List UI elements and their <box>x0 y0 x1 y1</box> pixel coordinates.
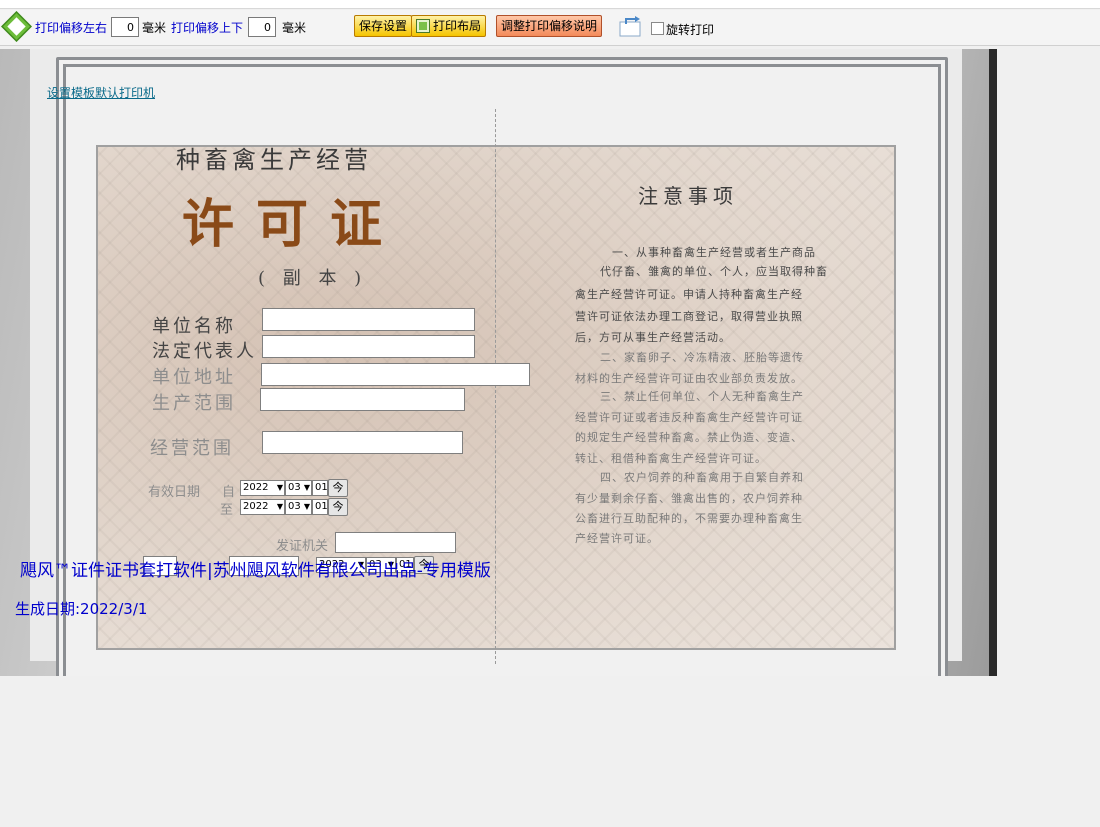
legal-rep-label: 法定代表人 <box>152 341 257 362</box>
notes-line: 经营许可证或者违反种畜禽生产经营许可证 <box>575 411 803 424</box>
move-arrows-icon[interactable] <box>1 11 32 42</box>
legal-rep-input[interactable] <box>262 335 475 358</box>
notes-line: 后，方可从事生产经营活动。 <box>575 331 731 344</box>
top-menu-strip <box>0 0 1100 9</box>
notes-line: 的规定生产经营种畜禽。禁止伪造、变造、 <box>575 431 803 444</box>
rotate-print-label: 旋转打印 <box>666 23 715 37</box>
save-settings-button[interactable]: 保存设置 <box>354 15 413 37</box>
address-label: 单位地址 <box>152 367 236 388</box>
certificate-subtitle: 种畜禽生产经营 <box>176 146 372 174</box>
business-scope-input[interactable] <box>262 431 463 454</box>
notes-line: 有少量剩余仔畜、雏禽出售的，农户饲养种 <box>575 492 803 505</box>
address-input[interactable] <box>261 363 530 386</box>
notes-line: 营许可证依法办理工商登记，取得营业执照 <box>575 310 803 323</box>
photo-dark-edge <box>989 49 997 676</box>
production-scope-input[interactable] <box>260 388 465 411</box>
layout-icon <box>416 19 430 33</box>
offset-help-label: 调整打印偏移说明 <box>501 19 598 33</box>
notes-line: 四、农户饲养的种畜禽用于自繁自养和 <box>600 471 804 484</box>
end-year-value: 2022 <box>243 501 269 512</box>
from-label: 自 <box>222 485 236 500</box>
chevron-down-icon: ▼ <box>303 483 310 492</box>
end-month-value: 03 <box>288 501 301 512</box>
notes-line: 二、家畜卵子、冷冻精液、胚胎等遗传 <box>600 351 804 364</box>
notes-title: 注意事项 <box>638 184 738 208</box>
start-day-value: 01 <box>315 482 328 493</box>
save-settings-label: 保存设置 <box>359 19 408 33</box>
start-year-value: 2022 <box>243 482 269 493</box>
footer-credit-text: 飓风™证件证书套打软件|苏州飓风软件有限公司出品-专用模版 <box>20 561 491 581</box>
start-year-select[interactable]: 2022 ▼ <box>240 480 285 496</box>
offset-lr-unit: 毫米 <box>142 21 167 35</box>
unit-name-input[interactable] <box>262 308 475 331</box>
end-year-select[interactable]: 2022 ▼ <box>240 499 285 515</box>
issuer-label: 发证机关 <box>276 539 329 554</box>
rotate-print-checkbox[interactable] <box>651 22 664 35</box>
production-scope-label: 生产范围 <box>152 393 236 414</box>
business-scope-label: 经营范围 <box>150 438 234 459</box>
start-month-select[interactable]: 03 ▼ <box>285 480 312 496</box>
chevron-down-icon: ▼ <box>303 502 310 511</box>
notes-line: 禽生产经营许可证。申请人持种畜禽生产经 <box>575 288 803 301</box>
end-today-button[interactable]: 今 <box>328 498 348 516</box>
notes-line: 代仔畜、雏禽的单位、个人，应当取得种畜 <box>600 265 828 278</box>
offset-help-button[interactable]: 调整打印偏移说明 <box>496 15 603 37</box>
issuer-input[interactable] <box>335 532 456 553</box>
offset-ud-unit: 毫米 <box>282 21 307 35</box>
notes-line: 公畜进行互助配种的，不需要办理种畜禽生 <box>575 512 803 525</box>
valid-period-label: 有效日期 <box>148 485 201 500</box>
rotate-icon[interactable] <box>619 14 643 38</box>
start-month-value: 03 <box>288 482 301 493</box>
chevron-down-icon: ▼ <box>276 502 283 511</box>
to-label: 至 <box>220 503 234 518</box>
end-day-value: 01 <box>315 501 328 512</box>
offset-lr-label: 打印偏移左右 <box>35 21 108 35</box>
menu-strip-text <box>4 0 8 7</box>
generated-date: 生成日期:2022/3/1 <box>15 600 148 618</box>
end-month-select[interactable]: 03 ▼ <box>285 499 312 515</box>
print-layout-label: 打印布局 <box>433 19 482 33</box>
notes-line: 一、从事种畜禽生产经营或者生产商品 <box>612 246 816 259</box>
offset-ud-input[interactable] <box>248 17 276 37</box>
set-default-printer-link[interactable]: 设置模板默认打印机 <box>47 84 155 101</box>
notes-line: 材料的生产经营许可证由农业部负责发放。 <box>575 372 803 385</box>
unit-name-label: 单位名称 <box>152 316 236 337</box>
certificate-copy-mark: ( 副 本 ) <box>258 268 368 289</box>
offset-lr-input[interactable] <box>111 17 139 37</box>
toolbar: 打印偏移左右 毫米 打印偏移上下 毫米 保存设置 打印布局 调整打印偏移说明 旋… <box>0 10 1100 46</box>
offset-ud-label: 打印偏移上下 <box>171 21 244 35</box>
notes-line: 产经营许可证。 <box>575 532 659 545</box>
certificate-title: 许可证 <box>182 194 405 255</box>
chevron-down-icon: ▼ <box>276 483 283 492</box>
print-layout-button[interactable]: 打印布局 <box>411 15 487 37</box>
start-today-button[interactable]: 今 <box>328 479 348 497</box>
start-day-select[interactable]: 01 <box>312 480 328 496</box>
notes-line: 转让、租借种畜禽生产经营许可证。 <box>575 452 767 465</box>
certificate-fold-line <box>495 109 496 664</box>
notes-line: 三、禁止任何单位、个人无种畜禽生产 <box>600 390 804 403</box>
end-day-select[interactable]: 01 <box>312 499 328 515</box>
